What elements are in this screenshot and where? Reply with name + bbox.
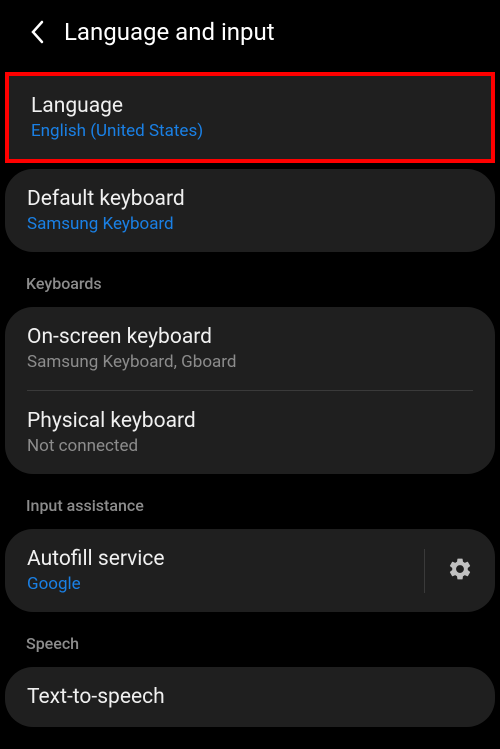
input-assistance-card: Autofill service Google [5,529,495,612]
gear-icon [447,556,473,586]
header-bar: Language and input [0,0,500,64]
physical-keyboard-subtitle: Not connected [27,436,473,456]
on-screen-keyboard-item[interactable]: On-screen keyboard Samsung Keyboard, Gbo… [5,307,495,390]
autofill-subtitle: Google [27,574,424,594]
tts-title: Text-to-speech [27,685,473,709]
section-header-speech: Speech [0,616,500,663]
physical-keyboard-item[interactable]: Physical keyboard Not connected [5,391,495,474]
default-keyboard-subtitle: Samsung Keyboard [27,214,473,234]
default-keyboard-item[interactable]: Default keyboard Samsung Keyboard [5,169,495,252]
language-item[interactable]: Language English (United States) [5,72,495,163]
autofill-title: Autofill service [27,547,424,571]
back-icon[interactable] [30,20,44,44]
page-title: Language and input [64,18,275,46]
language-title: Language [31,94,469,118]
speech-card: Text-to-speech [5,667,495,727]
section-header-keyboards: Keyboards [0,256,500,303]
on-screen-keyboard-subtitle: Samsung Keyboard, Gboard [27,352,473,372]
physical-keyboard-title: Physical keyboard [27,409,473,433]
autofill-settings-button[interactable] [424,549,473,593]
default-keyboard-title: Default keyboard [27,187,473,211]
default-keyboard-card: Default keyboard Samsung Keyboard [5,169,495,252]
on-screen-keyboard-title: On-screen keyboard [27,325,473,349]
language-subtitle: English (United States) [31,121,469,141]
keyboards-card: On-screen keyboard Samsung Keyboard, Gbo… [5,307,495,474]
tts-item[interactable]: Text-to-speech [5,667,495,727]
section-header-input-assistance: Input assistance [0,478,500,525]
autofill-item[interactable]: Autofill service Google [5,529,495,612]
